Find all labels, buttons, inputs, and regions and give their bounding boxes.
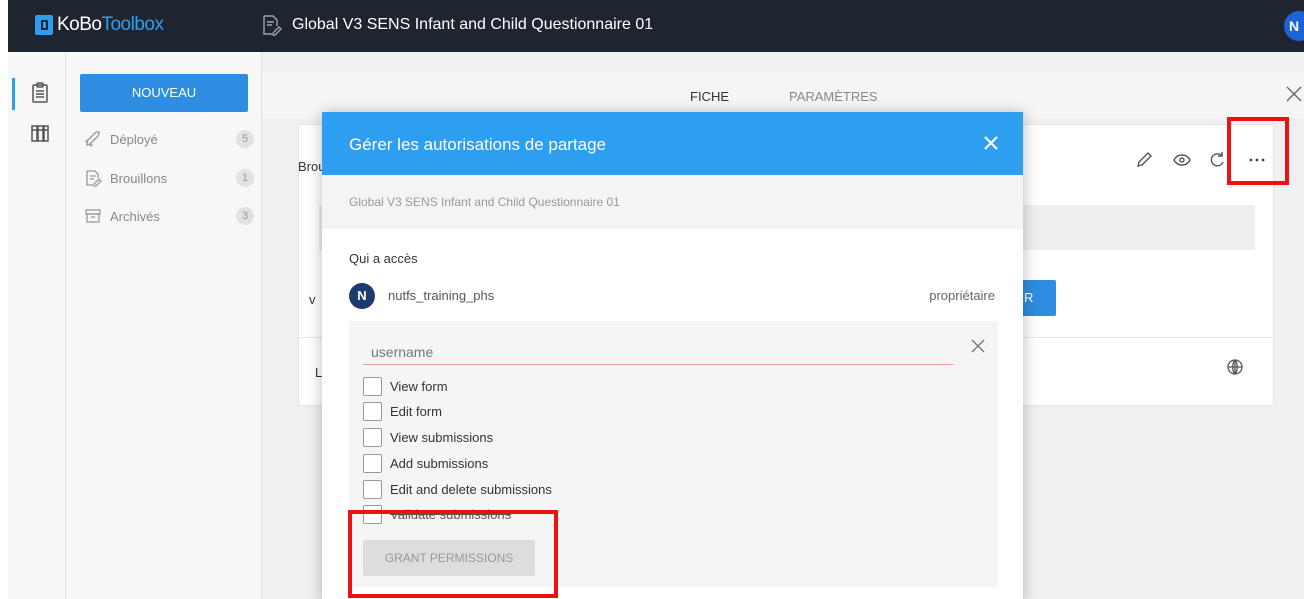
page-title: Global V3 SENS Infant and Child Question… (292, 16, 654, 33)
logo-text-suffix: Toolbox (101, 14, 164, 35)
app-frame: KoBoToolbox Global V3 SENS Infant and Ch… (8, 0, 1304, 599)
form-edit-icon (263, 15, 282, 36)
logo-mark-icon (35, 15, 53, 35)
owner-role: propriétaire (929, 288, 995, 303)
modal-subtitle-bar: Global V3 SENS Infant and Child Question… (322, 175, 1023, 229)
account-avatar[interactable]: N (1284, 11, 1304, 41)
modal-subtitle: Global V3 SENS Infant and Child Question… (349, 195, 620, 209)
permission-label: View form (390, 378, 448, 394)
top-bar: KoBoToolbox Global V3 SENS Infant and Ch… (8, 0, 1304, 52)
owner-username: nutfs_training_phs (388, 288, 495, 303)
more-options-highlight (1227, 117, 1289, 185)
permission-label: Add submissions (390, 455, 489, 471)
edit-form-checkbox[interactable] (363, 401, 382, 421)
permission-edit-delete-submissions[interactable]: Edit and delete submissions (363, 479, 552, 499)
view-form-checkbox[interactable] (363, 376, 382, 396)
kobotoolbox-logo[interactable]: KoBoToolbox (35, 14, 164, 36)
permission-view-form[interactable]: View form (363, 376, 448, 396)
permission-add-submissions[interactable]: Add submissions (363, 453, 488, 473)
grant-permissions-highlight (348, 510, 558, 598)
permission-label: View submissions (390, 429, 494, 445)
close-icon[interactable] (982, 134, 1000, 152)
permission-edit-form[interactable]: Edit form (363, 401, 442, 421)
modal-header: Gérer les autorisations de partage (322, 112, 1023, 175)
permission-view-submissions[interactable]: View submissions (363, 427, 493, 447)
username-input[interactable] (363, 339, 953, 365)
edit-delete-submissions-checkbox[interactable] (363, 479, 382, 499)
page-title-area: Global V3 SENS Infant and Child Question… (260, 14, 653, 36)
avatar: N (349, 283, 375, 309)
close-icon[interactable] (969, 337, 987, 355)
who-has-access-label: Qui a accès (349, 251, 418, 266)
permission-label: Edit and delete submissions (390, 481, 552, 497)
view-submissions-checkbox[interactable] (363, 427, 382, 447)
add-submissions-checkbox[interactable] (363, 453, 382, 473)
modal-title: Gérer les autorisations de partage (349, 135, 607, 154)
logo-text-prefix: KoBo (57, 14, 102, 35)
permission-label: Edit form (390, 403, 443, 419)
